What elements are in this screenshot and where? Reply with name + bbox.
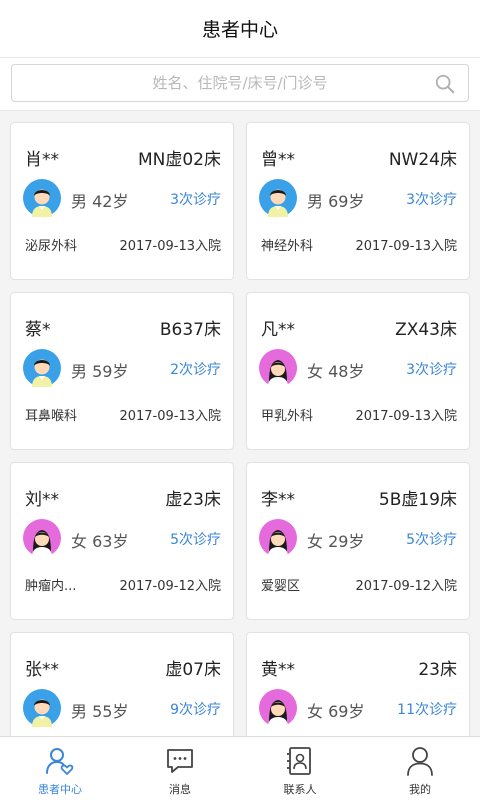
gender: 女 [307,532,324,551]
admission-date: 2017-09-13入院 [119,409,221,424]
age: 42岁 [92,192,129,211]
patient-name: 刘** [25,490,59,510]
male-avatar-icon [23,349,61,387]
patient-name: 凡** [261,320,295,340]
patient-grid: 肖** MN虚02床男 42岁 3次诊疗 泌尿外科 2017-09-13入院 曾** NW2… [10,122,470,736]
admission-date: 2017-09-12入院 [355,579,457,594]
patient-card[interactable]: 黄** 23床女 69岁 11次诊疗 [246,632,470,736]
patient-name: 曾** [261,150,295,170]
search-icon[interactable] [434,73,456,95]
patient-info: 男 69岁 [307,188,364,212]
search-box[interactable] [11,64,469,102]
visit-count-link[interactable]: 3次诊疗 [170,189,221,209]
admission-date: 2017-09-13入院 [355,239,457,254]
bed-number: MN虚02床 [137,150,221,170]
gender: 女 [307,362,324,381]
search-input[interactable] [12,65,468,101]
female-avatar-icon [23,519,61,557]
patient-card[interactable]: 蔡* B637床男 59岁 2次诊疗耳鼻喉科 2017-09-13入院 [10,292,234,450]
gender: 女 [71,532,88,551]
patient-name: 蔡* [25,320,51,340]
age: 29岁 [328,532,365,551]
gender: 男 [71,192,88,211]
bed-number: 虚23床 [165,490,221,510]
tab-label: 患者中心 [38,783,82,796]
patient-info: 男 55岁 [71,698,128,722]
male-avatar-icon [259,179,297,217]
visit-count-link[interactable]: 3次诊疗 [406,189,457,209]
gender: 男 [307,192,324,211]
page-title: 患者中心 [201,19,278,41]
tab-contacts[interactable]: 联系人 [240,737,360,800]
visit-count-link[interactable]: 5次诊疗 [170,529,221,549]
message-icon [167,749,193,773]
bed-number: 23床 [418,660,457,680]
department: 甲乳外科 [261,409,314,424]
patient-list[interactable]: 肖** MN虚02床男 42岁 3次诊疗 泌尿外科 2017-09-13入院 曾** NW2… [0,110,480,736]
department: 爱婴区 [261,579,301,594]
patient-card[interactable]: 凡** ZX43床女 48岁 3次诊疗甲乳外科 2017-09-13入院 [246,292,470,450]
male-avatar-icon [23,179,61,217]
age: 59岁 [92,362,129,381]
tab-label: 消息 [169,783,191,796]
patient-card[interactable]: 刘** 虚23床女 63岁 5次诊疗肿瘤内... 2017-09-12入院 [10,462,234,620]
patient-card[interactable]: 曾** NW24床男 69岁 3次诊疗神经外科 2017-09-13入院 [246,122,470,280]
patient-info: 男 59岁 [71,358,128,382]
patient-name: 张** [25,660,59,680]
patient-card[interactable]: 李** 5B虚19床女 29岁 5次诊疗 爱婴区 2017-09-12入院 [246,462,470,620]
patient-name: 李** [261,490,295,510]
bed-number: ZX43床 [395,320,457,340]
patient-info: 女 69岁 [307,698,364,722]
admission-date: 2017-09-13入院 [355,409,457,424]
contacts-icon [287,747,311,775]
tab-messages[interactable]: 消息 [120,737,240,800]
patient-info: 女 48岁 [307,358,364,382]
bottom-tab-bar: 患者中心 消息 联系人 我的 [0,736,480,800]
tab-patient-center[interactable]: 患者中心 [0,737,120,800]
tab-label: 联系人 [283,783,317,796]
age: 63岁 [92,532,129,551]
department: 泌尿外科 [25,239,78,254]
female-avatar-icon [259,519,297,557]
age: 55岁 [92,702,129,721]
admission-date: 2017-09-12入院 [119,579,221,594]
age: 69岁 [328,702,365,721]
age: 69岁 [328,192,365,211]
visit-count-link[interactable]: 11次诊疗 [397,699,457,719]
patient-info: 男 42岁 [71,188,128,212]
search-bar [0,58,480,110]
app-header: 患者中心 [0,0,480,58]
bed-number: NW24床 [388,150,457,170]
department: 肿瘤内... [25,579,77,594]
patient-center-icon [46,748,74,775]
female-avatar-icon [259,349,297,387]
female-avatar-icon [259,689,297,727]
patient-card[interactable]: 张** 虚07床男 55岁 9次诊疗 [10,632,234,736]
department: 神经外科 [261,239,314,254]
visit-count-link[interactable]: 5次诊疗 [406,529,457,549]
patient-name: 肖** [25,150,59,170]
gender: 男 [71,702,88,721]
patient-info: 女 29岁 [307,528,364,552]
patient-info: 女 63岁 [71,528,128,552]
gender: 男 [71,362,88,381]
male-avatar-icon [23,689,61,727]
bed-number: 5B虚19床 [378,490,457,510]
patient-name: 黄** [261,660,295,680]
patient-card[interactable]: 肖** MN虚02床男 42岁 3次诊疗 泌尿外科 2017-09-13入院 [10,122,234,280]
visit-count-link[interactable]: 9次诊疗 [170,699,221,719]
profile-icon [407,747,433,776]
visit-count-link[interactable]: 3次诊疗 [406,359,457,379]
bed-number: 虚07床 [165,660,221,680]
gender: 女 [307,702,324,721]
age: 48岁 [328,362,365,381]
bed-number: B637床 [159,320,221,340]
admission-date: 2017-09-13入院 [119,239,221,254]
tab-profile[interactable]: 我的 [360,737,480,800]
department: 耳鼻喉科 [25,409,78,424]
visit-count-link[interactable]: 2次诊疗 [170,359,221,379]
tab-label: 我的 [409,783,431,796]
